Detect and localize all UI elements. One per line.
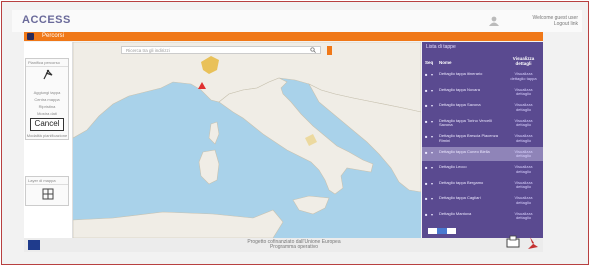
row-name: Dettaglio tappa Bergamo xyxy=(439,179,484,185)
footer-bar: Progetto cofinanziato dall'Unione Europe… xyxy=(24,238,543,252)
map-view[interactable]: Ricerca tra gli indirizzi xyxy=(73,42,421,238)
row-detail-link[interactable]: Visualizza dettaglio xyxy=(507,87,540,97)
row-name: Dettaglio tappa Savona xyxy=(439,102,481,107)
table-row[interactable]: ■ ▾ Dettaglio tappa itinerario Visualizza d… xyxy=(422,69,543,83)
row-detail-link[interactable]: Visualizza dettaglio xyxy=(507,118,540,128)
row-name: Dettaglio Mantova xyxy=(439,210,472,216)
cancel-button[interactable]: Cancel xyxy=(30,118,64,131)
tool-show-data[interactable]: Mostra dati xyxy=(26,111,68,116)
corsica xyxy=(208,121,220,145)
row-detail-link[interactable]: Visualizza dettaglio xyxy=(507,195,540,205)
sardinia xyxy=(198,149,220,185)
search-submit-button[interactable] xyxy=(327,46,332,55)
row-arrow-icon[interactable]: ▾ xyxy=(431,212,433,217)
top-bar: ACCESS Welcome guest user Logout link xyxy=(12,10,582,32)
print-icon[interactable] xyxy=(506,235,520,248)
row-bullet-icon: ■ xyxy=(425,134,428,139)
row-bullet-icon: ■ xyxy=(425,118,428,124)
table-row[interactable]: ■ ▾ Dettaglio tappa Brescia Piacenza Rimin… xyxy=(422,131,543,145)
row-arrow-icon[interactable]: ▾ xyxy=(431,119,433,124)
row-detail-link[interactable]: Visualizza dettaglio tappa xyxy=(507,71,540,81)
app-logo[interactable]: ACCESS xyxy=(22,14,71,26)
logout-link[interactable]: Logout link xyxy=(504,21,578,27)
row-bullet-icon: ■ xyxy=(425,87,428,93)
grid-layers-icon[interactable] xyxy=(26,185,70,203)
table-row[interactable]: ■ ▾ Dettaglio tappa Cagliari Visualizza det… xyxy=(422,193,543,207)
tool-center-map[interactable]: Centra mappa xyxy=(26,97,68,102)
row-bullet-icon: ■ xyxy=(425,211,428,217)
row-detail-link[interactable]: Visualizza dettaglio xyxy=(507,133,540,143)
address-search-input[interactable]: Ricerca tra gli indirizzi xyxy=(121,46,321,54)
row-name: Dettaglio Lecco xyxy=(439,164,467,169)
row-detail-link[interactable]: Visualizza dettaglio xyxy=(507,180,540,190)
route-tools-box: Pianifica percorso Aggiungi tappa Centra… xyxy=(25,58,69,140)
search-icon[interactable] xyxy=(310,47,316,53)
header-seq: Seq xyxy=(425,60,434,65)
row-name: Dettaglio tappa Brescia Piacenza Rimini xyxy=(439,133,498,143)
footer-line2: Programma operativo xyxy=(269,244,319,250)
row-arrow-icon[interactable]: ▾ xyxy=(431,134,433,139)
pagination-control[interactable] xyxy=(428,228,456,234)
row-bullet-icon: ■ xyxy=(425,180,428,186)
route-tools-title: Pianifica percorso xyxy=(26,59,68,67)
row-arrow-icon[interactable]: ▾ xyxy=(431,181,433,186)
tools-panel: Pianifica percorso Aggiungi tappa Centra… xyxy=(24,42,73,238)
table-row[interactable]: ■ ▾ Dettaglio Lecco Visualizza dettaglio xyxy=(422,162,543,176)
row-arrow-icon[interactable]: ▾ xyxy=(431,72,433,77)
export-icons xyxy=(506,235,538,249)
row-arrow-icon[interactable]: ▾ xyxy=(431,103,433,108)
table-row[interactable]: ■ ▾ Dettaglio tappa Savona Visualizza detta… xyxy=(422,100,543,114)
tool-reset[interactable]: Ripristina xyxy=(26,104,68,109)
pdf-icon[interactable] xyxy=(528,237,538,249)
table-row[interactable]: ■ ▾ Dettaglio tappa Novara Visualizza detta… xyxy=(422,85,543,99)
row-detail-link[interactable]: Visualizza dettaglio xyxy=(507,102,540,112)
eu-flag-logo xyxy=(28,240,40,250)
map-canvas[interactable] xyxy=(73,42,421,238)
header-name: Nome xyxy=(439,60,452,65)
row-detail-link[interactable]: Visualizza dettaglio xyxy=(507,149,540,159)
row-name: Dettaglio tappa Torino Vercelli Savona xyxy=(439,117,492,127)
row-name: Dettaglio tappa Cuneo Biella xyxy=(439,148,490,154)
home-icon[interactable] xyxy=(27,33,34,40)
row-bullet-icon: ■ xyxy=(425,165,428,170)
row-detail-link[interactable]: Visualizza dettaglio xyxy=(507,211,540,221)
row-arrow-icon[interactable]: ▾ xyxy=(431,165,433,170)
row-name: Dettaglio tappa itinerario xyxy=(439,71,483,76)
tool-add-stop[interactable]: Aggiungi tappa xyxy=(26,90,68,95)
row-arrow-icon[interactable]: ▾ xyxy=(431,150,433,155)
table-row[interactable]: ■ ▾ Dettaglio Mantova Visualizza dettaglio xyxy=(422,209,543,223)
planning-mode-label: Modalità pianificazione xyxy=(26,133,68,138)
header-link: Visualizza dettagli xyxy=(512,56,535,66)
row-bullet-icon: ■ xyxy=(425,72,428,77)
table-row[interactable]: ■ ▾ Dettaglio tappa Torino Vercelli Savona… xyxy=(422,116,543,130)
row-bullet-icon: ■ xyxy=(425,149,428,155)
stops-table-header: Seq Nome Visualizza dettagli xyxy=(422,56,543,68)
user-icon[interactable] xyxy=(488,16,500,26)
layers-title: Layer di mappa xyxy=(26,177,68,185)
row-arrow-icon[interactable]: ▾ xyxy=(431,88,433,93)
layers-box: Layer di mappa xyxy=(25,176,69,206)
screenshot-frame: ACCESS Welcome guest user Logout link Pe… xyxy=(1,1,589,265)
sicily xyxy=(292,195,330,215)
header-bar: Percorsi xyxy=(24,32,543,41)
user-info: Welcome guest user Logout link xyxy=(504,15,578,27)
stops-panel-title: Lista di tappe xyxy=(426,44,456,50)
current-page[interactable] xyxy=(437,228,447,234)
north-africa xyxy=(73,209,284,238)
row-detail-link[interactable]: Visualizza dettaglio xyxy=(507,164,540,174)
page-title: Percorsi xyxy=(42,33,65,39)
row-arrow-icon[interactable]: ▾ xyxy=(431,196,433,201)
row-name: Dettaglio tappa Cagliari xyxy=(439,195,481,200)
route-pin-icon[interactable] xyxy=(26,67,70,83)
row-bullet-icon: ■ xyxy=(425,196,428,201)
row-name: Dettaglio tappa Novara xyxy=(439,86,480,92)
table-row[interactable]: ■ ▾ Dettaglio tappa Cuneo Biella Visualizza… xyxy=(422,146,543,161)
footer-text: Progetto cofinanziato dall'Unione Europe… xyxy=(214,240,374,250)
row-bullet-icon: ■ xyxy=(425,103,428,108)
table-row[interactable]: ■ ▾ Dettaglio tappa Bergamo Visualizza dett… xyxy=(422,178,543,192)
stops-panel: Lista di tappe Seq Nome Visualizza detta… xyxy=(422,42,543,238)
